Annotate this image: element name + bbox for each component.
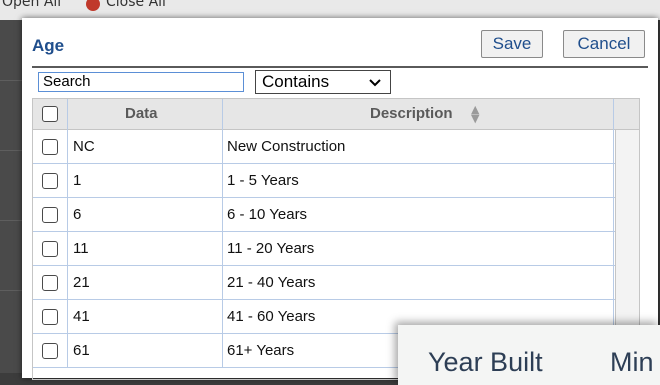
row-checkbox[interactable]: [42, 139, 58, 155]
save-button[interactable]: Save: [481, 30, 543, 58]
table-row[interactable]: 6 6 - 10 Years: [33, 198, 615, 232]
cell-description: 21 - 40 Years: [227, 274, 316, 291]
column-header-description[interactable]: Description: [370, 105, 453, 122]
row-checkbox[interactable]: [42, 241, 58, 257]
row-checkbox[interactable]: [42, 173, 58, 189]
cell-data: 11: [73, 240, 89, 257]
table-row[interactable]: 21 21 - 40 Years: [33, 266, 615, 300]
cell-description: 6 - 10 Years: [227, 206, 308, 223]
cell-description: New Construction: [227, 138, 346, 155]
background-toolbar: Open All Close All: [0, 0, 660, 20]
title-divider: [32, 66, 648, 68]
row-checkbox[interactable]: [42, 343, 58, 359]
cell-description: 41 - 60 Years: [227, 308, 316, 325]
grid-header: Data Description ▲ ▼: [33, 99, 639, 130]
close-all-icon[interactable]: [86, 0, 100, 11]
table-row[interactable]: 11 11 - 20 Years: [33, 232, 615, 266]
table-row[interactable]: 1 1 - 5 Years: [33, 164, 615, 198]
search-input[interactable]: Search: [38, 72, 244, 92]
cell-description: 11 - 20 Years: [227, 240, 315, 257]
close-all-link[interactable]: Close All: [106, 0, 166, 10]
sort-icon[interactable]: ▲ ▼: [471, 104, 479, 124]
cell-data: 6: [73, 206, 82, 223]
year-built-panel: Year Built Min: [398, 325, 660, 385]
year-built-label: Year Built: [428, 347, 543, 377]
cell-description: 1 - 5 Years: [227, 172, 299, 189]
cell-data: 21: [73, 274, 90, 291]
cancel-button[interactable]: Cancel: [563, 30, 645, 58]
table-row[interactable]: NC New Construction: [33, 130, 615, 164]
background-panel: [0, 20, 22, 373]
cell-data: 1: [73, 172, 82, 189]
cell-data: 41: [73, 308, 90, 325]
cell-description: 61+ Years: [227, 342, 295, 359]
row-checkbox[interactable]: [42, 309, 58, 325]
age-dialog: Age Save Cancel Search Contains Data Des…: [22, 18, 658, 380]
select-all-checkbox[interactable]: [42, 106, 58, 122]
min-label: Min: [610, 347, 654, 377]
dialog-title: Age: [32, 36, 65, 55]
filter-mode-value: Contains: [262, 72, 330, 91]
cell-data: NC: [73, 138, 95, 155]
open-all-link[interactable]: Open All: [2, 0, 61, 10]
cell-data: 61: [73, 342, 90, 359]
chevron-down-icon: [368, 71, 382, 99]
row-checkbox[interactable]: [42, 207, 58, 223]
row-checkbox[interactable]: [42, 275, 58, 291]
column-header-data[interactable]: Data: [125, 105, 158, 122]
filter-mode-select[interactable]: Contains: [255, 70, 391, 94]
